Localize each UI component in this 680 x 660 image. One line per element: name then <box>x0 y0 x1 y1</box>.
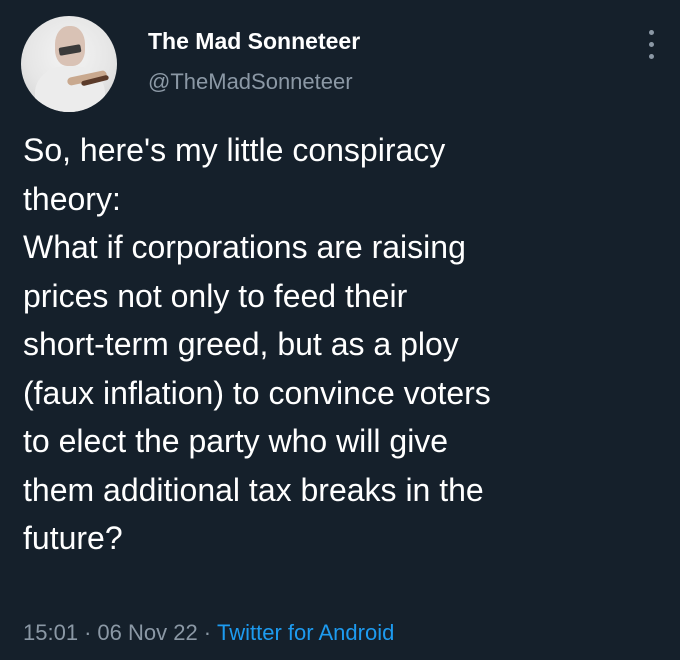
tweet-card: The Mad Sonneteer @TheMadSonneteer So, h… <box>0 0 680 660</box>
more-dot <box>649 54 654 59</box>
meta-separator: · <box>84 620 92 645</box>
more-dot <box>649 30 654 35</box>
tweet-date[interactable]: 06 Nov 22 <box>97 620 197 645</box>
tweet-source-link[interactable]: Twitter for Android <box>217 620 394 645</box>
meta-separator: · <box>203 620 212 645</box>
tweet-time[interactable]: 15:01 <box>23 620 78 645</box>
tweet-text: So, here's my little conspiracy theory: … <box>23 132 491 556</box>
avatar[interactable] <box>21 16 117 112</box>
vertical-ellipsis-icon[interactable] <box>641 28 661 62</box>
more-dot <box>649 42 654 47</box>
author-handle[interactable]: @TheMadSonneteer <box>148 69 353 95</box>
author-display-name[interactable]: The Mad Sonneteer <box>148 28 360 55</box>
tweet-meta: 15:01 · 06 Nov 22 · Twitter for Android <box>23 620 394 646</box>
